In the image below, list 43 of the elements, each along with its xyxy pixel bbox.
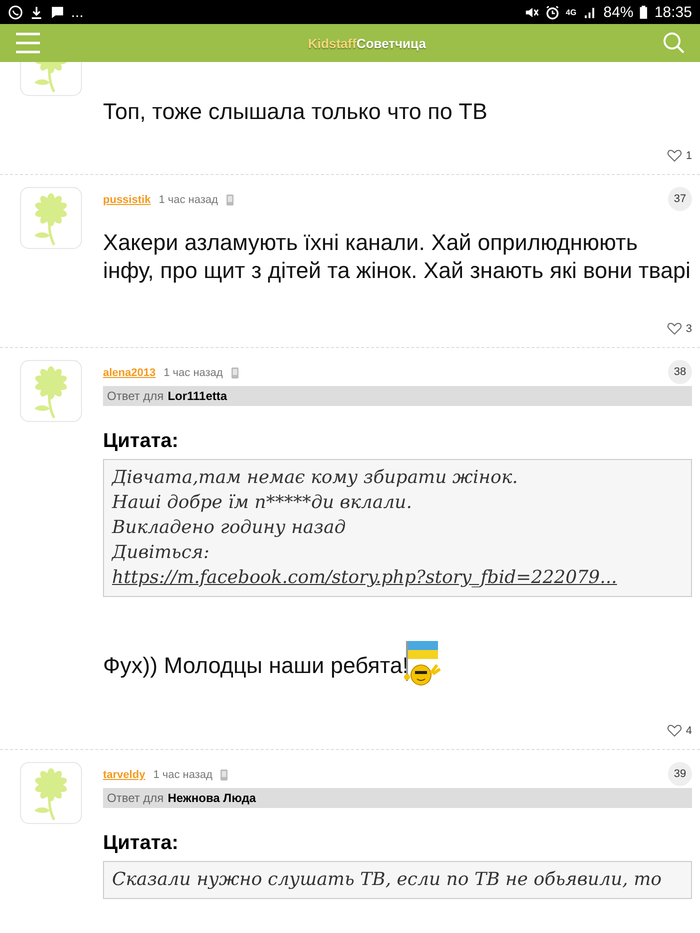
clock: 18:35 [654,4,692,20]
battery-icon [639,4,648,20]
like-button[interactable]: 3 [666,322,692,335]
reply-username[interactable]: Lor111etta [168,389,228,403]
menu-icon[interactable] [15,32,41,54]
message-icon [50,4,65,20]
post-time: 1 час назад [158,194,218,206]
reply-username[interactable]: Нежнова Люда [168,791,256,805]
quote-text: Дивіться: [112,542,210,563]
phone-icon [226,194,234,206]
quote-text: Викладено годину назад [112,516,347,540]
network-label: 4G [566,8,576,16]
download-icon [29,4,44,20]
avatar-flower-icon[interactable] [20,360,82,422]
post-text: Фух)) Молодцы наши ребята! [103,653,409,678]
search-icon[interactable] [662,32,685,54]
avatar-flower-icon[interactable] [20,762,82,824]
phone-icon [220,769,228,781]
quote-link[interactable]: https://m.facebook.com/story.php?story_fbid=222079... [112,565,618,590]
post-number: 37 [668,187,692,211]
reply-label: Ответ для [107,791,164,805]
avatar-flower-icon[interactable] [20,187,82,249]
notification-more: ... [71,4,84,20]
phone-icon [230,367,239,379]
like-button[interactable]: 4 [666,724,692,737]
quote-text: Наші добре їм п*****ди вклали. [112,491,413,515]
heart-icon [666,724,682,737]
reply-label: Ответ для [107,389,164,403]
quote-text: Сказали нужно слушать ТВ, если по ТВ не обьявили, то [112,868,663,892]
post-time: 1 час назад [164,367,223,379]
heart-icon [666,149,682,162]
heart-icon [666,322,682,335]
post-number: 38 [668,360,692,384]
post-time: 1 час назад [153,769,212,781]
post-text: Хакери азламують їхні канали. Хай оприлюднюють інфу, про щит з дітей та жінок. Хай знають які вони тварі [103,230,691,283]
like-button[interactable]: 1 [666,149,692,162]
post-text: Топ, тоже слышала только что по ТВ [103,99,488,124]
alarm-icon [544,4,560,20]
quote-title: Цитата: [103,430,180,453]
quote-title: Цитата: [103,832,180,855]
quote-text: Дівчата,там немає кому збирати жінок. [112,466,519,490]
post-number: 39 [668,762,692,786]
battery-percent: 84% [603,4,634,20]
